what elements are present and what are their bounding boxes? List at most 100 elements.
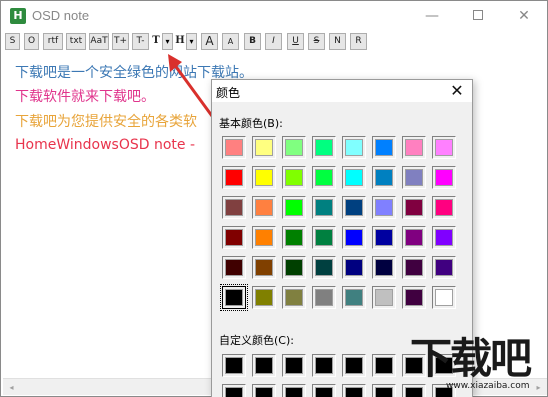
custom-color-swatch[interactable] [252, 354, 276, 377]
maximize-button[interactable] [455, 1, 501, 31]
custom-color-swatch-fill [225, 387, 243, 397]
basic-color-swatch[interactable] [282, 286, 306, 309]
basic-color-swatch[interactable] [252, 166, 276, 189]
custom-color-swatch[interactable] [432, 354, 456, 377]
basic-color-swatch[interactable] [252, 286, 276, 309]
minimize-button[interactable]: — [409, 1, 455, 31]
custom-color-swatch[interactable] [342, 384, 366, 397]
toolbar-button-font-larger[interactable]: T+ [112, 33, 129, 50]
basic-color-swatch[interactable] [342, 136, 366, 159]
basic-color-swatch[interactable] [222, 166, 246, 189]
custom-color-swatch-fill [255, 387, 273, 397]
basic-color-swatch[interactable] [282, 196, 306, 219]
basic-color-swatch[interactable] [402, 166, 426, 189]
basic-color-swatch[interactable] [402, 136, 426, 159]
basic-color-swatch[interactable] [252, 196, 276, 219]
toolbar-text-color[interactable]: T [151, 33, 161, 50]
basic-color-swatch[interactable] [342, 196, 366, 219]
close-button[interactable]: ✕ [501, 1, 547, 31]
custom-color-swatch[interactable] [402, 384, 426, 397]
custom-color-swatch[interactable] [402, 354, 426, 377]
custom-color-swatch-fill [405, 387, 423, 397]
custom-color-swatch[interactable] [222, 384, 246, 397]
basic-color-swatch-fill [435, 169, 453, 186]
basic-color-swatch[interactable] [402, 286, 426, 309]
basic-color-swatch[interactable] [372, 226, 396, 249]
basic-color-swatch[interactable] [282, 226, 306, 249]
scroll-right-icon[interactable]: ▸ [530, 379, 547, 396]
basic-color-swatch[interactable] [252, 256, 276, 279]
basic-color-swatch[interactable] [432, 226, 456, 249]
custom-color-swatch[interactable] [282, 384, 306, 397]
custom-color-swatch[interactable] [312, 384, 336, 397]
basic-color-swatch[interactable] [220, 284, 248, 311]
toolbar-button-r[interactable]: R [350, 33, 367, 50]
basic-color-swatch[interactable] [312, 136, 336, 159]
basic-color-swatch[interactable] [432, 196, 456, 219]
basic-color-swatch[interactable] [432, 136, 456, 159]
basic-color-swatch[interactable] [312, 166, 336, 189]
toolbar-button-underline[interactable]: U [287, 33, 304, 50]
basic-color-swatch[interactable] [372, 286, 396, 309]
basic-color-swatch-fill [405, 259, 423, 276]
toolbar-button-bold[interactable]: B [244, 33, 261, 50]
toolbar-button-rtf[interactable]: rtf [43, 33, 63, 50]
toolbar-button-smaller-a[interactable]: A [222, 33, 239, 50]
custom-color-swatch[interactable] [342, 354, 366, 377]
custom-color-swatch[interactable] [372, 384, 396, 397]
note-line: 下载软件就来下载吧。 [15, 89, 155, 105]
app-icon: H [10, 8, 26, 24]
basic-color-swatch[interactable] [252, 226, 276, 249]
custom-color-swatch[interactable] [252, 384, 276, 397]
toolbar-button-open[interactable]: O [24, 33, 39, 50]
custom-color-swatch[interactable] [372, 354, 396, 377]
basic-color-swatch[interactable] [402, 256, 426, 279]
basic-color-swatch[interactable] [372, 196, 396, 219]
basic-color-swatch[interactable] [342, 166, 366, 189]
highlight-color-dropdown[interactable]: ▾ [186, 33, 197, 50]
basic-color-swatch[interactable] [252, 136, 276, 159]
basic-color-swatch[interactable] [372, 256, 396, 279]
basic-color-swatch[interactable] [282, 166, 306, 189]
basic-color-swatch[interactable] [282, 256, 306, 279]
basic-color-swatch[interactable] [222, 196, 246, 219]
text-color-dropdown[interactable]: ▾ [162, 33, 173, 50]
toolbar-button-n[interactable]: N [329, 33, 346, 50]
basic-color-swatch[interactable] [402, 226, 426, 249]
basic-color-swatch[interactable] [222, 136, 246, 159]
basic-color-swatch[interactable] [342, 226, 366, 249]
toolbar-highlight-color[interactable]: H [175, 33, 185, 50]
basic-color-swatch[interactable] [222, 256, 246, 279]
basic-color-swatch-fill [435, 199, 453, 216]
dialog-close-button[interactable]: ✕ [447, 82, 467, 100]
dialog-title-bar: 颜色 ✕ [212, 80, 472, 102]
basic-color-swatch[interactable] [372, 136, 396, 159]
toolbar-button-strikethrough[interactable]: S [308, 33, 325, 50]
scroll-left-icon[interactable]: ◂ [3, 379, 20, 396]
basic-color-swatch[interactable] [312, 226, 336, 249]
custom-color-swatch[interactable] [432, 384, 456, 397]
basic-color-swatch[interactable] [342, 286, 366, 309]
basic-color-swatch[interactable] [312, 256, 336, 279]
custom-color-swatch[interactable] [312, 354, 336, 377]
basic-color-swatch[interactable] [432, 286, 456, 309]
custom-color-swatch[interactable] [282, 354, 306, 377]
toolbar-button-font-smaller[interactable]: T- [132, 33, 149, 50]
custom-color-swatch[interactable] [222, 354, 246, 377]
basic-color-swatch[interactable] [432, 256, 456, 279]
basic-color-swatch[interactable] [432, 166, 456, 189]
basic-color-swatch-fill [345, 229, 363, 246]
toolbar-button-txt[interactable]: txt [66, 33, 86, 50]
basic-color-swatch[interactable] [282, 136, 306, 159]
basic-color-swatch[interactable] [402, 196, 426, 219]
basic-color-swatch[interactable] [312, 196, 336, 219]
basic-color-swatch[interactable] [312, 286, 336, 309]
basic-color-swatch[interactable] [222, 226, 246, 249]
toolbar-button-bigger-a[interactable]: A [201, 33, 218, 50]
basic-color-swatch-fill [255, 139, 273, 156]
toolbar-button-font[interactable]: AaT [89, 33, 109, 50]
basic-color-swatch[interactable] [372, 166, 396, 189]
toolbar-button-save[interactable]: S [5, 33, 20, 50]
toolbar-button-italic[interactable]: I [265, 33, 282, 50]
basic-color-swatch[interactable] [342, 256, 366, 279]
